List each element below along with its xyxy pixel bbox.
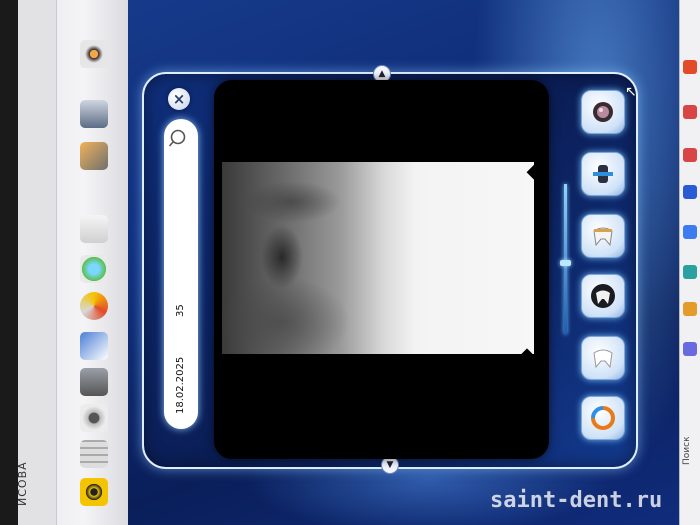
app-icon[interactable] xyxy=(683,105,697,119)
color-wheel-icon[interactable] xyxy=(80,292,108,320)
app-icon[interactable] xyxy=(683,148,697,162)
brightness-slider-thumb[interactable] xyxy=(560,260,571,266)
camera-icon[interactable] xyxy=(80,404,108,432)
watermark: saint-dent.ru xyxy=(490,488,663,513)
scissors-icon[interactable] xyxy=(80,332,108,360)
xray-stack-icon[interactable] xyxy=(80,368,108,396)
dental-xray-image[interactable] xyxy=(222,162,534,354)
app-icon[interactable] xyxy=(683,342,697,356)
xray-display[interactable] xyxy=(214,80,549,459)
tooth-number: 35 xyxy=(175,304,186,318)
app-icon[interactable] xyxy=(683,225,697,239)
app-icon[interactable] xyxy=(683,265,697,279)
resize-corner-icon[interactable]: ↖ xyxy=(625,84,637,100)
radiation-warning-icon[interactable] xyxy=(80,478,108,506)
tooth-layers-icon[interactable] xyxy=(80,142,108,170)
taskbar-strip: Поиск xyxy=(679,0,700,525)
monitor-icon[interactable] xyxy=(80,100,108,128)
brightness-slider-track[interactable] xyxy=(564,184,567,334)
browser-icon[interactable] xyxy=(683,60,697,74)
tooth-icon xyxy=(593,227,613,247)
green-tooth-icon[interactable] xyxy=(80,255,108,283)
xray-viewer-window: ▲ ▼ × 35 18.02.2025 xyxy=(142,65,638,474)
search-label[interactable]: Поиск xyxy=(682,405,699,465)
lens-tool-button[interactable] xyxy=(581,90,625,134)
tooth-view-1-button[interactable] xyxy=(581,214,625,258)
close-button[interactable]: × xyxy=(168,88,190,110)
app-icon[interactable] xyxy=(683,185,697,199)
patient-name-fragment: ИСОВА xyxy=(16,461,29,506)
image-date: 18.02.2025 xyxy=(175,356,186,414)
teeth-row-icon[interactable] xyxy=(80,440,108,468)
tooth-white-icon xyxy=(593,349,613,369)
lens-icon xyxy=(593,102,613,122)
tooth-measure-icon xyxy=(593,165,613,183)
tooth-view-3-button[interactable] xyxy=(581,336,625,380)
tooth-outline-icon[interactable] xyxy=(80,215,108,243)
tooth-view-2-button[interactable] xyxy=(581,274,625,318)
tooth-dark-icon xyxy=(591,284,615,308)
measure-tool-button[interactable] xyxy=(581,152,625,196)
image-info-panel: 35 18.02.2025 xyxy=(164,119,198,429)
search-icon[interactable] xyxy=(168,127,190,149)
app-icon[interactable] xyxy=(683,302,697,316)
radiation-icon[interactable] xyxy=(80,40,108,68)
rotate-tool-button[interactable] xyxy=(581,396,625,440)
patient-strip: ИСОВА xyxy=(16,0,57,525)
left-toolbar-panel: ИСОВА xyxy=(16,0,128,525)
rotate-icon xyxy=(591,406,615,430)
